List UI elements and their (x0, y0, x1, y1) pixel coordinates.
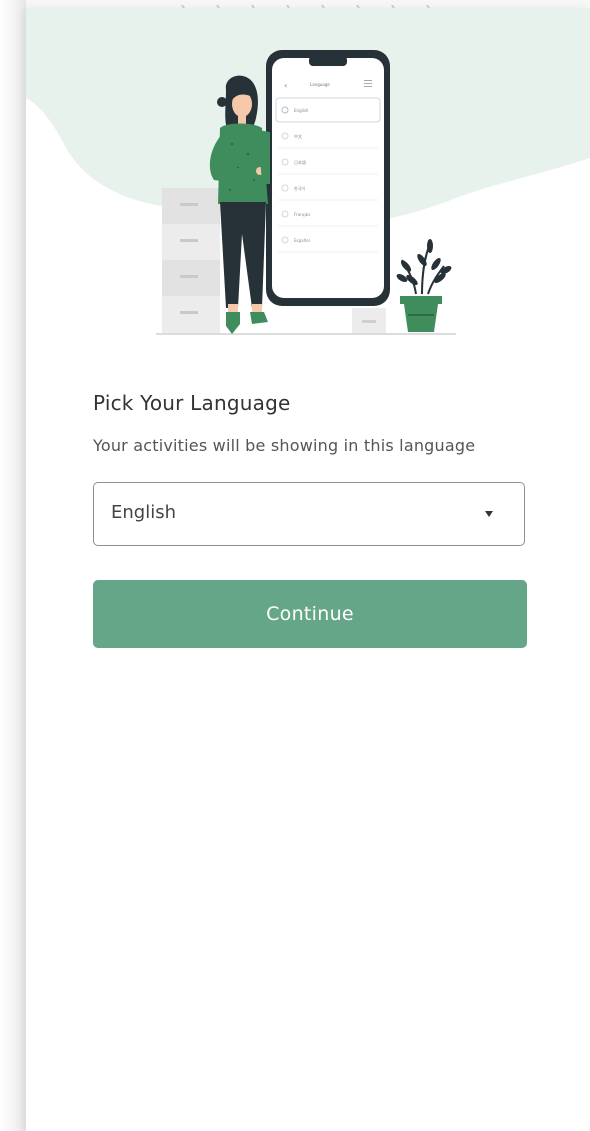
svg-text:한국어: 한국어 (294, 185, 305, 191)
cabinet-shape (162, 188, 220, 333)
continue-button[interactable]: Continue (93, 580, 527, 648)
background-edge (0, 0, 26, 1131)
language-picker-screen: ‹ Language English 中文 日本語 한국어 Français E… (0, 0, 590, 1131)
language-select[interactable]: English (93, 482, 525, 546)
svg-text:日本語: 日本語 (294, 159, 306, 165)
language-select-value: English (111, 502, 176, 523)
page-title: Pick Your Language (93, 391, 291, 415)
svg-text:English: English (294, 108, 309, 113)
content-card: ‹ Language English 中文 日本語 한국어 Français E… (26, 8, 590, 1131)
svg-text:中文: 中文 (294, 133, 302, 139)
phone-shape: ‹ Language English 中文 日本語 한국어 Français E… (266, 50, 390, 306)
page-subtitle: Your activities will be showing in this … (93, 436, 476, 455)
svg-text:Français: Français (294, 212, 311, 217)
svg-text:‹: ‹ (284, 81, 287, 90)
svg-text:Español: Español (294, 238, 310, 243)
svg-text:Language: Language (310, 82, 330, 87)
potted-plant (396, 239, 452, 332)
person-with-phone-illustration: ‹ Language English 中文 日本語 한국어 Français E… (26, 8, 590, 348)
caret-down-icon (485, 511, 493, 517)
